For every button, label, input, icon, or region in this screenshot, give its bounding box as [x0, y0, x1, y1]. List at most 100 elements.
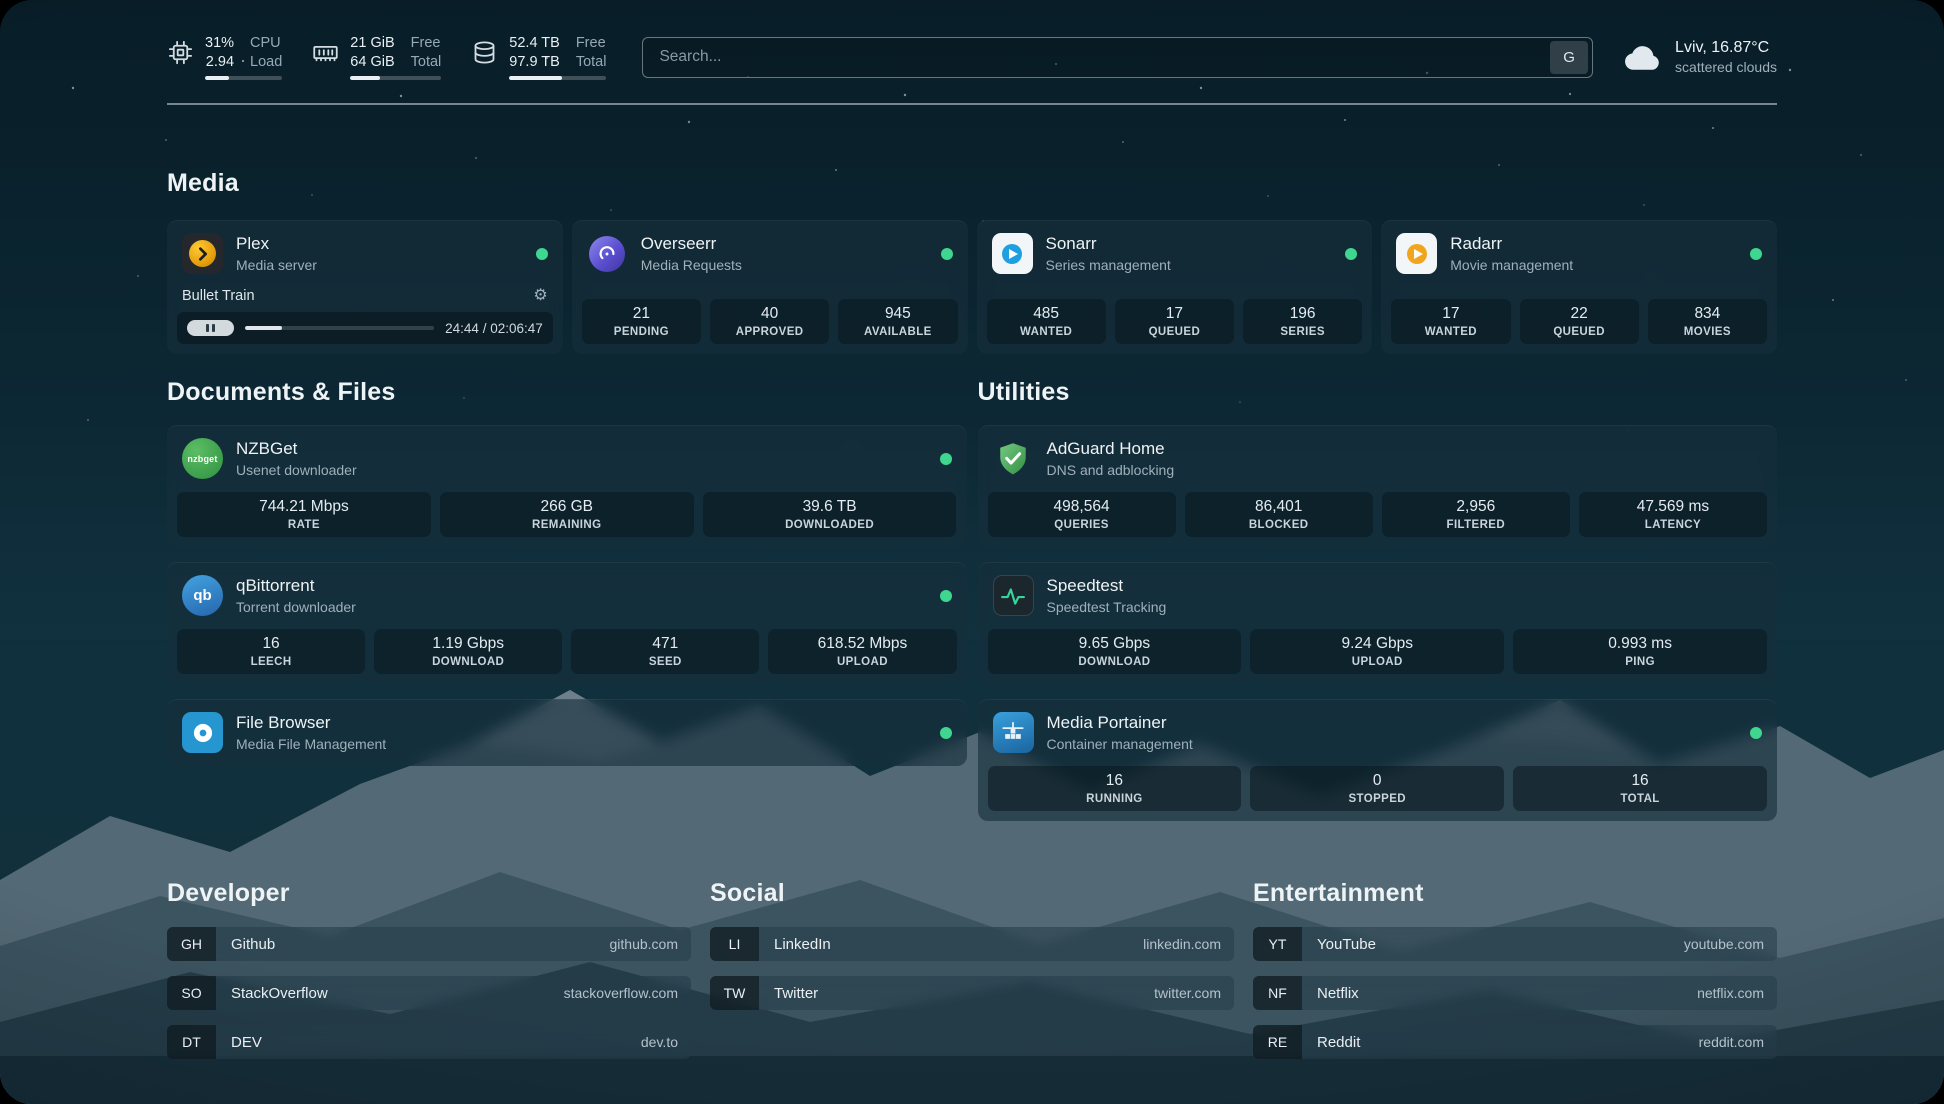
stat-wanted: 485 WANTED	[987, 299, 1106, 344]
stat-upload: 618.52 Mbps UPLOAD	[768, 629, 956, 674]
stat-ping: 0.993 ms PING	[1513, 629, 1767, 674]
status-dot	[940, 727, 952, 739]
memory-total-label: Total	[411, 53, 442, 71]
stat-value: 16	[262, 635, 279, 653]
nzbget-link[interactable]: nzbget NZBGet Usenet downloader	[167, 425, 967, 492]
service-name: Speedtest	[1047, 576, 1167, 596]
stat-label: QUERIES	[1054, 519, 1109, 531]
stat-value: 40	[761, 305, 778, 323]
bookmark-youtube[interactable]: YT YouTube youtube.com	[1253, 927, 1777, 961]
memory-free-value: 21 GiB	[350, 34, 394, 52]
bookmark-reddit[interactable]: RE Reddit reddit.com	[1253, 1025, 1777, 1059]
service-name: AdGuard Home	[1047, 439, 1175, 459]
plex-icon	[182, 233, 223, 274]
stat-value: 17	[1166, 305, 1183, 323]
card-plex: Plex Media server Bullet Train ⚙ 24:44 /…	[167, 220, 563, 354]
service-name: Radarr	[1450, 234, 1573, 254]
memory-progress-bar	[350, 76, 441, 80]
search-input[interactable]	[659, 48, 1550, 66]
stat-label: TOTAL	[1620, 793, 1659, 805]
bookmarks-developer: Developer GH Github github.com SO StackO…	[167, 879, 691, 1074]
pause-button[interactable]	[187, 320, 234, 336]
portainer-link[interactable]: Media Portainer Container management	[978, 699, 1778, 766]
bookmark-name: YouTube	[1302, 927, 1684, 961]
weather-condition: scattered clouds	[1675, 59, 1777, 75]
stat-approved: 40 APPROVED	[710, 299, 829, 344]
bookmark-linkedin[interactable]: LI LinkedIn linkedin.com	[710, 927, 1234, 961]
service-subtitle: DNS and adblocking	[1047, 462, 1175, 478]
service-subtitle: Media File Management	[236, 736, 386, 752]
status-dot	[1750, 248, 1762, 260]
cpu-usage-value: 31%	[205, 34, 234, 52]
speedtest-stats: 9.65 Gbps DOWNLOAD 9.24 Gbps UPLOAD 0.99…	[978, 629, 1778, 684]
stat-label: RATE	[288, 519, 320, 531]
stat-label: AVAILABLE	[864, 326, 932, 338]
playback-progress-bar[interactable]	[245, 326, 434, 330]
bookmark-twitter[interactable]: TW Twitter twitter.com	[710, 976, 1234, 1010]
bookmark-netflix[interactable]: NF Netflix netflix.com	[1253, 976, 1777, 1010]
adguard-link[interactable]: AdGuard Home DNS and adblocking	[978, 425, 1778, 492]
qbittorrent-stats: 16 LEECH 1.19 Gbps DOWNLOAD 471 SEED 6	[167, 629, 967, 684]
stat-label: STOPPED	[1348, 793, 1406, 805]
stat-label: RUNNING	[1086, 793, 1142, 805]
card-radarr: Radarr Movie management 17 WANTED 22 QUE…	[1381, 220, 1777, 354]
stat-label: WANTED	[1425, 326, 1477, 338]
section-heading-developer: Developer	[167, 879, 691, 908]
bookmark-abbr: TW	[710, 976, 759, 1010]
bookmark-name: Github	[216, 927, 610, 961]
portainer-stats: 16 RUNNING 0 STOPPED 16 TOTAL	[978, 766, 1778, 821]
stat-download: 1.19 Gbps DOWNLOAD	[374, 629, 562, 674]
sonarr-link[interactable]: Sonarr Series management	[977, 220, 1373, 287]
stat-label: UPLOAD	[1352, 656, 1403, 668]
bookmark-github[interactable]: GH Github github.com	[167, 927, 691, 961]
card-sonarr: Sonarr Series management 485 WANTED 17 Q…	[977, 220, 1373, 354]
plex-link[interactable]: Plex Media server	[167, 220, 563, 287]
speedtest-icon	[993, 575, 1034, 616]
weather-location: Lviv, 16.87°C	[1675, 39, 1777, 57]
now-playing-title: Bullet Train	[182, 288, 255, 304]
bookmark-stackoverflow[interactable]: SO StackOverflow stackoverflow.com	[167, 976, 691, 1010]
bookmark-domain: dev.to	[641, 1025, 691, 1059]
disk-progress-bar	[509, 76, 606, 80]
search-provider-button[interactable]: G	[1550, 41, 1588, 74]
sonarr-icon	[992, 233, 1033, 274]
radarr-link[interactable]: Radarr Movie management	[1381, 220, 1777, 287]
disk-total-value: 97.9 TB	[509, 53, 560, 71]
stat-value: 196	[1290, 305, 1316, 323]
bookmark-abbr: LI	[710, 927, 759, 961]
radarr-stats: 17 WANTED 22 QUEUED 834 MOVIES	[1381, 299, 1777, 354]
cpu-widget: 31% CPU 2.94 Load	[167, 34, 282, 80]
status-dot	[940, 453, 952, 465]
bookmark-name: LinkedIn	[759, 927, 1143, 961]
stat-label: UPLOAD	[837, 656, 888, 668]
bookmark-domain: netflix.com	[1697, 976, 1777, 1010]
status-dot	[536, 248, 548, 260]
overseerr-link[interactable]: Overseerr Media Requests	[572, 220, 968, 287]
playback-progress-row: 24:44 / 02:06:47	[177, 312, 553, 344]
disk-widget: 52.4 TB Free 97.9 TB Total	[471, 34, 606, 80]
stat-latency: 47.569 ms LATENCY	[1579, 492, 1767, 537]
dashboard-screen: 31% CPU 2.94 Load 21	[0, 0, 1944, 1104]
service-subtitle: Torrent downloader	[236, 599, 356, 615]
bookmark-dev[interactable]: DT DEV dev.to	[167, 1025, 691, 1059]
stat-value: 22	[1571, 305, 1588, 323]
radarr-icon	[1396, 233, 1437, 274]
stat-filtered: 2,956 FILTERED	[1382, 492, 1570, 537]
filebrowser-link[interactable]: File Browser Media File Management	[167, 699, 967, 766]
card-nzbget: nzbget NZBGet Usenet downloader 744.21 M…	[167, 425, 967, 547]
bookmark-name: Netflix	[1302, 976, 1697, 1010]
bookmark-abbr: GH	[167, 927, 216, 961]
service-subtitle: Speedtest Tracking	[1047, 599, 1167, 615]
stat-value: 0	[1373, 772, 1382, 790]
qbittorrent-link[interactable]: qb qBittorrent Torrent downloader	[167, 562, 967, 629]
stat-upload: 9.24 Gbps UPLOAD	[1250, 629, 1504, 674]
speedtest-link[interactable]: Speedtest Speedtest Tracking	[978, 562, 1778, 629]
section-heading-entertainment: Entertainment	[1253, 879, 1777, 908]
stat-downloaded: 39.6 TB DOWNLOADED	[703, 492, 957, 537]
overseerr-icon	[587, 233, 628, 274]
stat-value: 9.24 Gbps	[1341, 635, 1413, 653]
memory-widget: 21 GiB Free 64 GiB Total	[312, 34, 441, 80]
gear-icon[interactable]: ⚙	[533, 288, 547, 304]
search-bar[interactable]: G	[642, 37, 1593, 78]
stat-value: 21	[633, 305, 650, 323]
